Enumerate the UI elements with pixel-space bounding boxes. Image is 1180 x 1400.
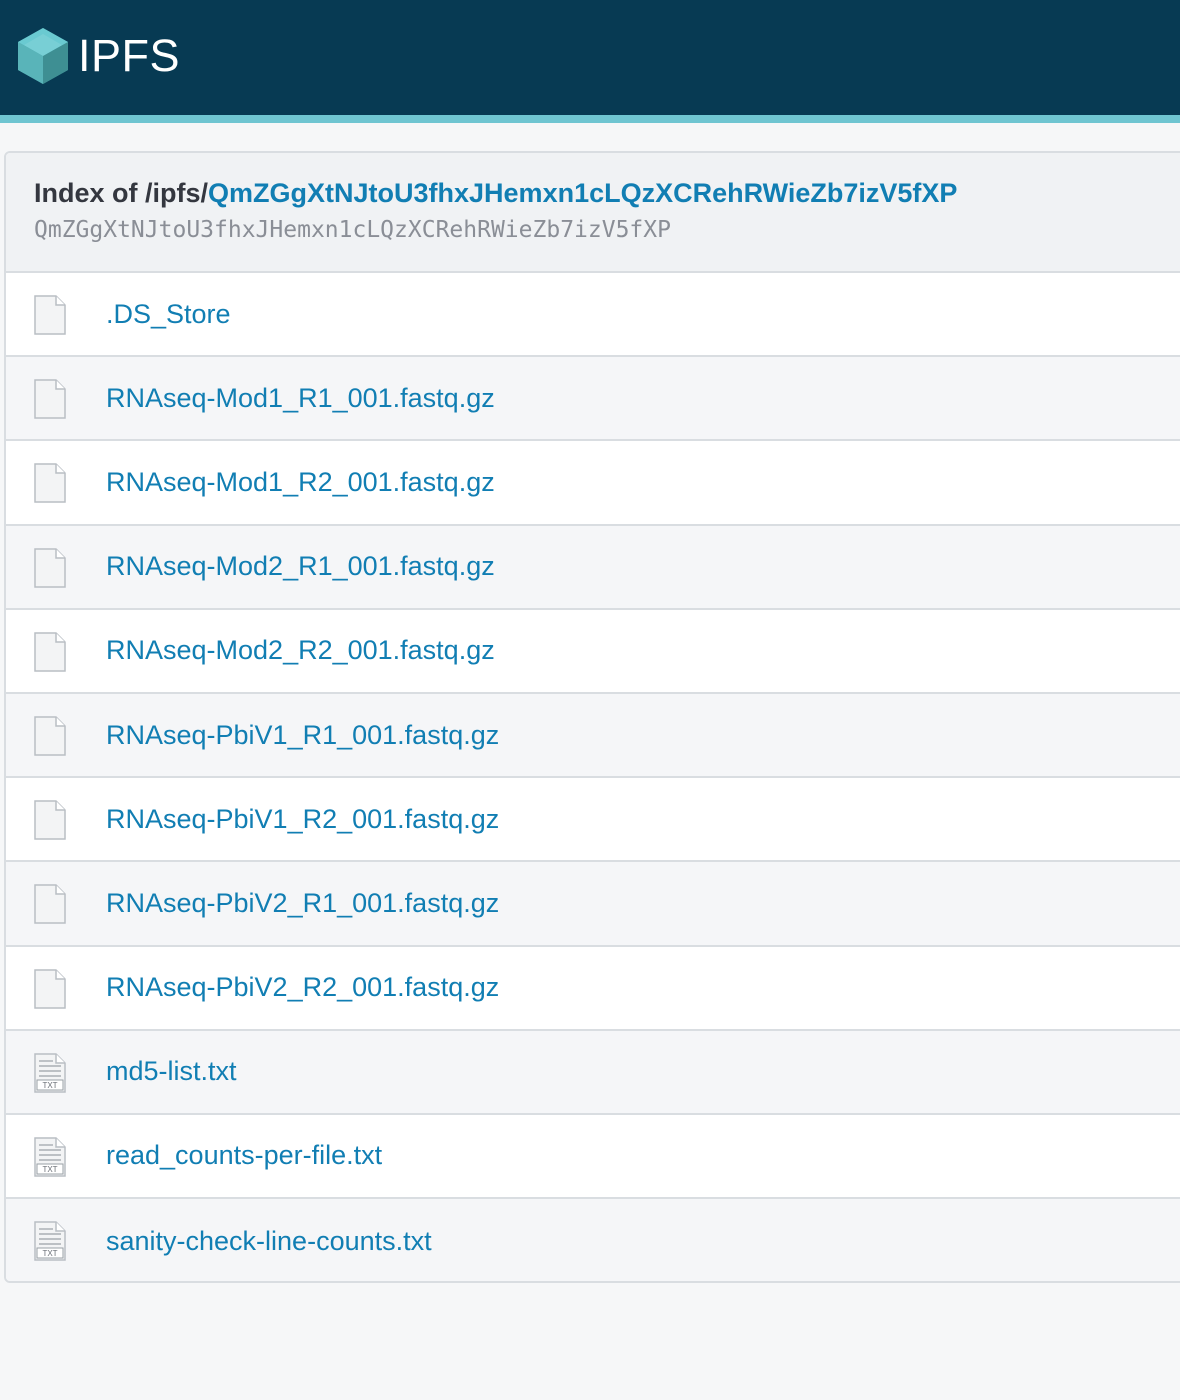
file-row[interactable]: TXT md5-list.txt (6, 1030, 1180, 1115)
top-header: IPFS (0, 0, 1180, 115)
txt-icon-label: TXT (42, 1081, 57, 1090)
txt-file-icon: TXT (34, 1052, 66, 1093)
file-icon (34, 716, 66, 756)
file-row[interactable]: RNAseq-Mod2_R1_001.fastq.gz (6, 525, 1180, 610)
file-link[interactable]: .DS_Store (106, 299, 231, 330)
file-icon (34, 547, 66, 588)
file-link[interactable]: RNAseq-Mod1_R2_001.fastq.gz (106, 467, 495, 498)
file-icon (34, 379, 66, 419)
index-prefix: Index of /ipfs/ (34, 178, 209, 208)
ipfs-logo[interactable]: IPFS (16, 26, 180, 86)
file-link[interactable]: RNAseq-PbiV1_R1_001.fastq.gz (106, 720, 499, 751)
file-link[interactable]: RNAseq-Mod2_R1_001.fastq.gz (106, 551, 495, 582)
header-accent-stripe (0, 115, 1180, 123)
file-row[interactable]: RNAseq-PbiV1_R2_001.fastq.gz (6, 778, 1180, 863)
logo-text: IPFS (78, 30, 181, 81)
txt-file-icon: TXT (34, 1221, 66, 1261)
file-link[interactable]: RNAseq-PbiV2_R1_001.fastq.gz (106, 888, 499, 919)
file-link[interactable]: RNAseq-PbiV1_R2_001.fastq.gz (106, 804, 499, 835)
file-row[interactable]: TXT read_counts-per-file.txt (6, 1114, 1180, 1200)
file-icon (34, 463, 66, 504)
file-row[interactable]: RNAseq-Mod2_R2_001.fastq.gz (6, 609, 1180, 694)
file-link[interactable]: read_counts-per-file.txt (106, 1140, 382, 1171)
file-icon (34, 968, 66, 1009)
cid-hash: QmZGgXtNJtoU3fhxJHemxn1cLQzXCRehRWieZb7i… (34, 217, 671, 243)
file-icon (34, 295, 66, 335)
file-link[interactable]: RNAseq-Mod1_R1_001.fastq.gz (106, 383, 495, 414)
txt-file-icon: TXT (34, 1137, 66, 1177)
file-link[interactable]: RNAseq-PbiV2_R2_001.fastq.gz (106, 972, 499, 1003)
file-link[interactable]: RNAseq-Mod2_R2_001.fastq.gz (106, 635, 495, 666)
directory-listing-panel: Index of /ipfs/QmZGgXtNJtoU3fhxJHemxn1cL… (4, 151, 1180, 1283)
txt-icon-label: TXT (42, 1165, 57, 1174)
ipfs-cube-icon (16, 26, 70, 86)
file-icon (34, 884, 66, 925)
index-title: Index of /ipfs/QmZGgXtNJtoU3fhxJHemxn1cL… (34, 177, 1180, 209)
file-row[interactable]: TXT sanity-check-line-counts.txt (6, 1199, 1180, 1281)
file-row[interactable]: RNAseq-PbiV1_R1_001.fastq.gz (6, 693, 1180, 779)
cid-link[interactable]: QmZGgXtNJtoU3fhxJHemxn1cLQzXCRehRWieZb7i… (208, 178, 957, 208)
file-icon (34, 632, 66, 672)
file-row[interactable]: RNAseq-PbiV2_R1_001.fastq.gz (6, 862, 1180, 947)
file-link[interactable]: md5-list.txt (106, 1056, 237, 1087)
file-row[interactable]: RNAseq-Mod1_R2_001.fastq.gz (6, 441, 1180, 526)
file-row[interactable]: RNAseq-PbiV2_R2_001.fastq.gz (6, 946, 1180, 1031)
file-row[interactable]: RNAseq-Mod1_R1_001.fastq.gz (6, 357, 1180, 442)
file-row[interactable]: .DS_Store (6, 273, 1180, 358)
file-list: .DS_Store RNAseq-Mod1_R1_001.fastq.gz RNAs… (6, 273, 1180, 1281)
file-link[interactable]: sanity-check-line-counts.txt (106, 1226, 432, 1257)
listing-header: Index of /ipfs/QmZGgXtNJtoU3fhxJHemxn1cL… (6, 153, 1180, 273)
txt-icon-label: TXT (42, 1249, 57, 1258)
file-icon (34, 800, 66, 840)
